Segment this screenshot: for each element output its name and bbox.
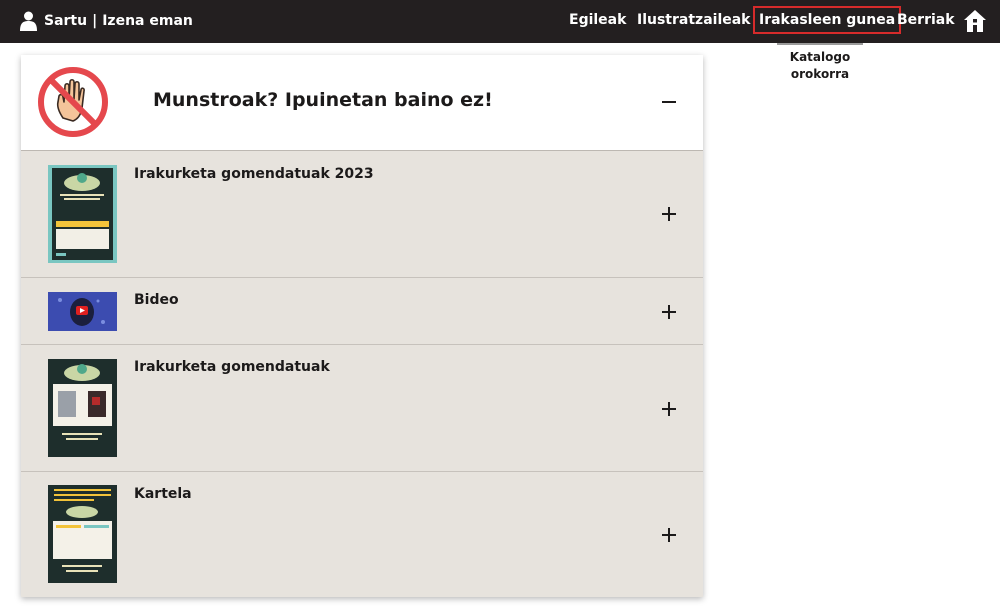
nav-link-ilustratzaileak[interactable]: Ilustratzaileak bbox=[637, 11, 751, 29]
expand-plus-icon[interactable] bbox=[659, 525, 679, 545]
poster-thumbnail bbox=[48, 359, 117, 457]
accordion-item-irakurketa-gomendatuak-2023[interactable]: Irakurketa gomendatuak 2023 bbox=[21, 152, 703, 278]
collapse-minus-icon[interactable] bbox=[659, 91, 679, 111]
expand-plus-icon[interactable] bbox=[659, 399, 679, 419]
nav-link-berriak[interactable]: Berriak bbox=[897, 11, 955, 29]
user-icon bbox=[20, 11, 37, 31]
item-label: Irakurketa gomendatuak 2023 bbox=[134, 166, 374, 182]
accordion-item-bideo[interactable]: Bideo bbox=[21, 278, 703, 345]
item-label: Bideo bbox=[134, 292, 179, 308]
login-separator: | bbox=[92, 13, 98, 29]
no-monsters-hand-icon bbox=[38, 67, 108, 137]
accordion-item-kartela[interactable]: Kartela bbox=[21, 472, 703, 597]
video-thumbnail bbox=[48, 292, 117, 331]
expand-plus-icon[interactable] bbox=[659, 204, 679, 224]
home-icon[interactable] bbox=[963, 9, 987, 33]
login-area: Sartu | Izena eman bbox=[20, 10, 193, 32]
poster-thumbnail bbox=[48, 485, 117, 583]
nav-link-irakasleen-gunea[interactable]: Irakasleen gunea bbox=[753, 6, 902, 34]
expand-plus-icon[interactable] bbox=[659, 302, 679, 322]
item-label: Kartela bbox=[134, 486, 192, 502]
nav-link-egileak[interactable]: Egileak bbox=[569, 11, 626, 29]
accordion-header[interactable]: Munstroak? Ipuinetan baino ez! bbox=[21, 55, 703, 151]
top-navigation-bar: Sartu | Izena eman Egileak Ilustratzaile… bbox=[0, 0, 1000, 43]
login-link[interactable]: Sartu bbox=[44, 13, 87, 29]
item-label: Irakurketa gomendatuak bbox=[134, 359, 330, 375]
poster-thumbnail bbox=[48, 165, 117, 263]
register-link[interactable]: Izena eman bbox=[102, 13, 193, 29]
accordion-title: Munstroak? Ipuinetan baino ez! bbox=[153, 89, 493, 111]
submenu-katalogo-orokorra[interactable]: Katalogo orokorra bbox=[777, 43, 863, 83]
accordion-card: Munstroak? Ipuinetan baino ez! Irakurket… bbox=[21, 55, 703, 597]
accordion-item-irakurketa-gomendatuak[interactable]: Irakurketa gomendatuak bbox=[21, 345, 703, 472]
